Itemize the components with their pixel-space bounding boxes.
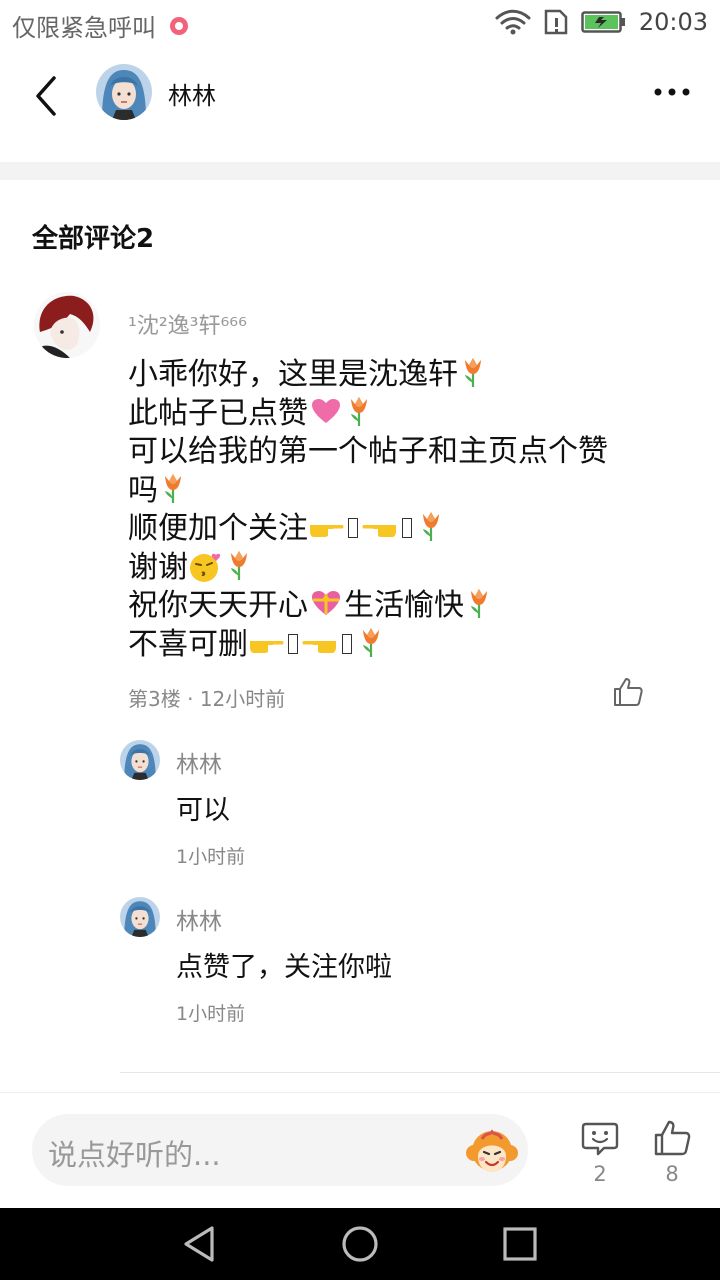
missing-glyph-icon bbox=[402, 518, 412, 538]
reply-item[interactable]: 林林 点赞了，关注你啦 1小时前 bbox=[120, 897, 680, 1027]
hand-pointing-right-emoji-icon bbox=[248, 632, 284, 654]
tulip-emoji-icon bbox=[347, 395, 371, 427]
hand-pointing-left-emoji-icon bbox=[302, 632, 338, 654]
carrier-text: 仅限紧急呼叫 bbox=[12, 14, 156, 42]
comment-text[interactable]: 小乖你好，这里是沈逸轩 此帖子已点赞 可以给我的第一个帖子和主页点个赞 吗 顺便… bbox=[128, 356, 668, 664]
reply-time: 1小时前 bbox=[176, 1003, 246, 1025]
status-left: 仅限紧急呼叫 bbox=[12, 8, 188, 43]
nav-home-icon[interactable] bbox=[340, 1224, 380, 1264]
comment-line: 谢谢 bbox=[128, 549, 668, 588]
system-nav-bar bbox=[0, 1208, 720, 1280]
back-arrow-icon[interactable] bbox=[28, 74, 68, 118]
reply-time: 1小时前 bbox=[176, 846, 246, 868]
commenter-name[interactable]: ¹沈²逸³轩⁶⁶⁶ bbox=[128, 308, 247, 340]
nav-recents-icon[interactable] bbox=[500, 1224, 540, 1264]
comment-line: 顺便加个关注 bbox=[128, 510, 668, 549]
missing-glyph-icon bbox=[288, 633, 298, 654]
tulip-emoji-icon bbox=[227, 549, 251, 581]
like-count: 8 bbox=[665, 1162, 679, 1186]
post-header: 林林 bbox=[0, 50, 720, 162]
hand-pointing-left-emoji-icon bbox=[362, 516, 398, 538]
tulip-emoji-icon bbox=[359, 626, 383, 658]
pink-heart-emoji-icon bbox=[310, 397, 342, 425]
comment-line-text: 吗 bbox=[128, 472, 158, 508]
reply-avatar[interactable] bbox=[120, 740, 160, 780]
author-name[interactable]: 林林 bbox=[168, 76, 216, 111]
clock: 20:03 bbox=[638, 8, 708, 36]
comment-line-text: 顺便加个关注 bbox=[128, 511, 308, 546]
comment-line-text: 谢谢 bbox=[128, 549, 188, 585]
comment-line: 不喜可删 bbox=[128, 626, 668, 665]
comment-line-text: 不喜可删 bbox=[128, 626, 248, 662]
monkey-sticker-icon[interactable] bbox=[464, 1126, 520, 1176]
commenter-avatar[interactable] bbox=[34, 292, 100, 358]
missing-glyph-icon bbox=[342, 633, 352, 654]
comment-line-text: 小乖你好，这里是沈逸轩 bbox=[128, 357, 458, 392]
author-avatar[interactable] bbox=[96, 64, 152, 120]
comment-line: 可以给我的第一个帖子和主页点个赞 bbox=[128, 433, 668, 472]
comment-count: 2 bbox=[593, 1162, 607, 1186]
floor-number: 第3楼 bbox=[128, 687, 181, 711]
reply-item[interactable]: 林林 可以 1小时前 bbox=[120, 740, 680, 870]
comment-line: 祝你天天开心 生活愉快 bbox=[128, 587, 668, 626]
input-placeholder: 说点好听的... bbox=[48, 1138, 221, 1172]
section-divider bbox=[0, 162, 720, 180]
comment-meta: 第3楼 · 12小时前 bbox=[128, 683, 285, 712]
comment-line-text: 此帖子已点赞 bbox=[128, 395, 308, 431]
kissing-face-emoji-icon bbox=[188, 549, 224, 583]
reply-author[interactable]: 林林 bbox=[176, 902, 222, 936]
meta-separator: · bbox=[180, 687, 200, 711]
reply-text: 点赞了，关注你啦 bbox=[176, 952, 392, 983]
battery-charging-icon bbox=[581, 11, 625, 33]
comment-line: 小乖你好，这里是沈逸轩 bbox=[128, 356, 668, 395]
comment-line: 此帖子已点赞 bbox=[128, 395, 668, 434]
comment-time: 12小时前 bbox=[199, 687, 286, 711]
comment-line-text: 祝你天天开心 bbox=[128, 588, 308, 623]
sim-alert-icon bbox=[544, 9, 568, 35]
comment-line-text: 可以给我的第一个帖子和主页点个赞 bbox=[128, 434, 608, 469]
comment-bubble-icon[interactable] bbox=[580, 1118, 620, 1158]
thumbs-up-icon[interactable] bbox=[652, 1118, 692, 1158]
nav-back-icon[interactable] bbox=[180, 1224, 220, 1264]
tulip-emoji-icon bbox=[161, 472, 185, 504]
comment-input[interactable]: 说点好听的... bbox=[32, 1114, 528, 1186]
hand-pointing-right-emoji-icon bbox=[308, 516, 344, 538]
comment-line: 吗 bbox=[128, 472, 668, 511]
thumbs-up-icon[interactable] bbox=[612, 676, 644, 708]
heart-gift-emoji-icon bbox=[310, 589, 342, 617]
missing-glyph-icon bbox=[348, 518, 358, 538]
status-right: 20:03 bbox=[495, 8, 708, 36]
notification-dot-icon bbox=[170, 16, 188, 35]
comments-action[interactable]: 2 bbox=[580, 1118, 620, 1190]
more-options-icon[interactable] bbox=[652, 80, 692, 104]
like-action[interactable]: 8 bbox=[652, 1118, 692, 1190]
reply-text: 可以 bbox=[176, 795, 230, 826]
reply-author[interactable]: 林林 bbox=[176, 745, 222, 779]
tulip-emoji-icon bbox=[419, 510, 443, 542]
tulip-emoji-icon bbox=[467, 587, 491, 619]
bottom-bar-divider bbox=[0, 1092, 720, 1093]
status-bar: 仅限紧急呼叫 20:03 bbox=[0, 0, 720, 50]
reply-avatar[interactable] bbox=[120, 897, 160, 937]
comment-divider bbox=[120, 1072, 720, 1073]
wifi-icon bbox=[495, 9, 531, 35]
comment-line-text: 生活愉快 bbox=[344, 588, 464, 623]
comments-heading: 全部评论2 bbox=[32, 224, 155, 254]
tulip-emoji-icon bbox=[461, 356, 485, 388]
